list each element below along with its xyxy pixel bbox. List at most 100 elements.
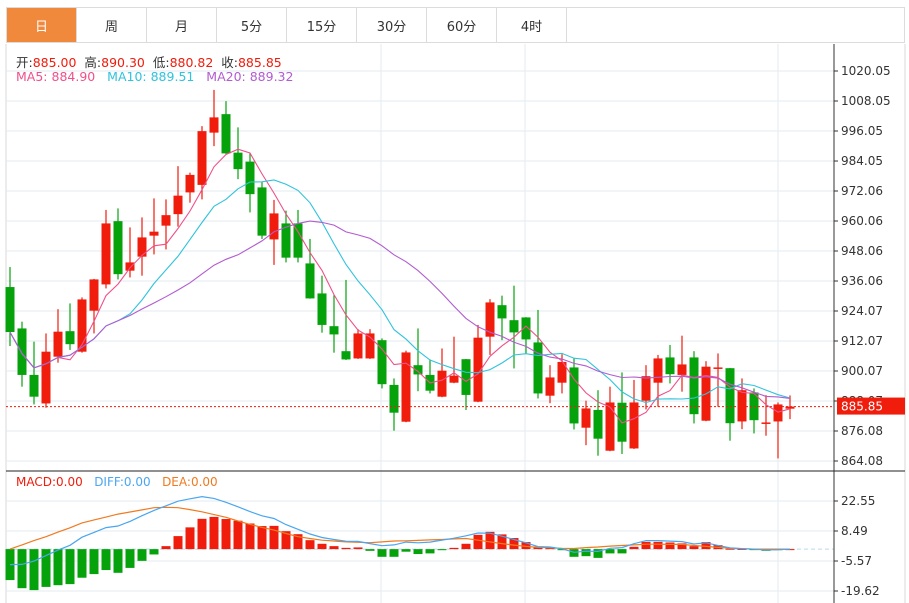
candle bbox=[785, 395, 795, 420]
candle bbox=[161, 199, 171, 250]
candle bbox=[197, 126, 207, 200]
candle-body bbox=[497, 305, 507, 319]
candle-body bbox=[209, 117, 219, 133]
candle-body bbox=[65, 331, 75, 345]
candle-body bbox=[41, 351, 51, 404]
candle bbox=[401, 350, 411, 423]
price-tick-label: 996.05 bbox=[841, 124, 883, 138]
macd-bar bbox=[329, 546, 339, 550]
macd-bar bbox=[53, 549, 63, 586]
candle-body bbox=[257, 187, 267, 236]
macd-bar bbox=[401, 549, 411, 552]
macd-bar bbox=[77, 549, 87, 578]
macd-bar bbox=[245, 523, 255, 550]
price-tick-label: 984.05 bbox=[841, 154, 883, 168]
candle-body bbox=[173, 195, 183, 215]
candle-body bbox=[197, 131, 207, 185]
candle bbox=[65, 303, 75, 350]
candle bbox=[5, 267, 15, 347]
candle bbox=[185, 172, 195, 203]
candle bbox=[617, 372, 627, 454]
ma20-label: MA20: bbox=[206, 69, 246, 84]
candle bbox=[89, 278, 99, 334]
ma5-label: MA5: bbox=[16, 69, 48, 84]
candle-body bbox=[713, 367, 723, 369]
macd-bar bbox=[185, 527, 195, 550]
candle-body bbox=[461, 359, 471, 395]
candle-body bbox=[329, 326, 339, 335]
ma20-value: 889.32 bbox=[249, 69, 294, 84]
candle-body bbox=[305, 263, 315, 299]
candle-body bbox=[653, 358, 663, 383]
ma5-value: 884.90 bbox=[51, 69, 96, 84]
price-tick-label: 972.06 bbox=[841, 184, 883, 198]
macd-bar bbox=[437, 549, 447, 551]
candle bbox=[317, 275, 327, 333]
macd-bar bbox=[365, 549, 375, 551]
candle bbox=[509, 285, 519, 369]
candle bbox=[233, 127, 243, 180]
candle bbox=[113, 208, 123, 280]
candle bbox=[101, 209, 111, 289]
macd-bar bbox=[569, 549, 579, 557]
macd-tick-label: 22.55 bbox=[841, 494, 875, 508]
macd-bar bbox=[17, 549, 27, 589]
macd-bar bbox=[125, 549, 135, 568]
macd-bar bbox=[29, 549, 39, 591]
close-value: 885.85 bbox=[237, 55, 282, 70]
macd-bar bbox=[89, 549, 99, 575]
macd-bar bbox=[605, 549, 615, 554]
ma5-line bbox=[9, 148, 791, 424]
ma10-value: 889.51 bbox=[150, 69, 195, 84]
macd-bar bbox=[629, 546, 639, 550]
diff-value: 0.00 bbox=[123, 475, 151, 489]
candle bbox=[449, 336, 459, 384]
candle bbox=[53, 309, 63, 363]
macd-bar bbox=[689, 546, 699, 550]
candle-body bbox=[5, 287, 15, 333]
candle bbox=[485, 299, 495, 355]
candle bbox=[473, 324, 483, 403]
low-value: 880.82 bbox=[169, 55, 214, 70]
price-tick-label: 924.07 bbox=[841, 304, 883, 318]
candle-body bbox=[245, 161, 255, 195]
candle bbox=[221, 101, 231, 154]
price-tick-label: 912.07 bbox=[841, 334, 883, 348]
candle bbox=[665, 344, 675, 384]
dea-label: DEA: bbox=[162, 475, 191, 489]
candle-body bbox=[293, 223, 303, 258]
open-value: 885.00 bbox=[32, 55, 77, 70]
macd-bar bbox=[317, 543, 327, 550]
macd-bar bbox=[173, 536, 183, 550]
candle-body bbox=[113, 221, 123, 275]
ma10-label: MA10: bbox=[107, 69, 147, 84]
macd-bar bbox=[413, 549, 423, 555]
candle-body bbox=[125, 262, 135, 271]
macd-bar bbox=[425, 549, 435, 554]
candle-body bbox=[605, 402, 615, 451]
candle-body bbox=[377, 340, 387, 385]
candle bbox=[329, 295, 339, 353]
macd-bar bbox=[665, 542, 675, 550]
candle-body bbox=[761, 422, 771, 424]
candle-body bbox=[665, 357, 675, 375]
candle bbox=[689, 351, 699, 424]
last-price-label: 885.85 bbox=[841, 400, 883, 414]
close-label: 收: bbox=[221, 55, 238, 70]
price-tick-label: 900.07 bbox=[841, 364, 883, 378]
macd-bar bbox=[377, 549, 387, 557]
macd-bar bbox=[617, 549, 627, 554]
candle-body bbox=[233, 152, 243, 170]
macd-tick-label: -19.62 bbox=[841, 584, 880, 598]
candle bbox=[725, 367, 735, 441]
candle-body bbox=[641, 376, 651, 401]
candle bbox=[737, 378, 747, 430]
macd-bar bbox=[641, 541, 651, 550]
macd-readout: MACD:0.00 DIFF:0.00 DEA:0.00 bbox=[16, 475, 218, 489]
candle-body bbox=[137, 237, 147, 257]
candle-body bbox=[161, 215, 171, 226]
candle-body bbox=[629, 402, 639, 449]
macd-bar bbox=[581, 549, 591, 557]
macd-bar bbox=[473, 534, 483, 550]
candle bbox=[413, 328, 423, 392]
